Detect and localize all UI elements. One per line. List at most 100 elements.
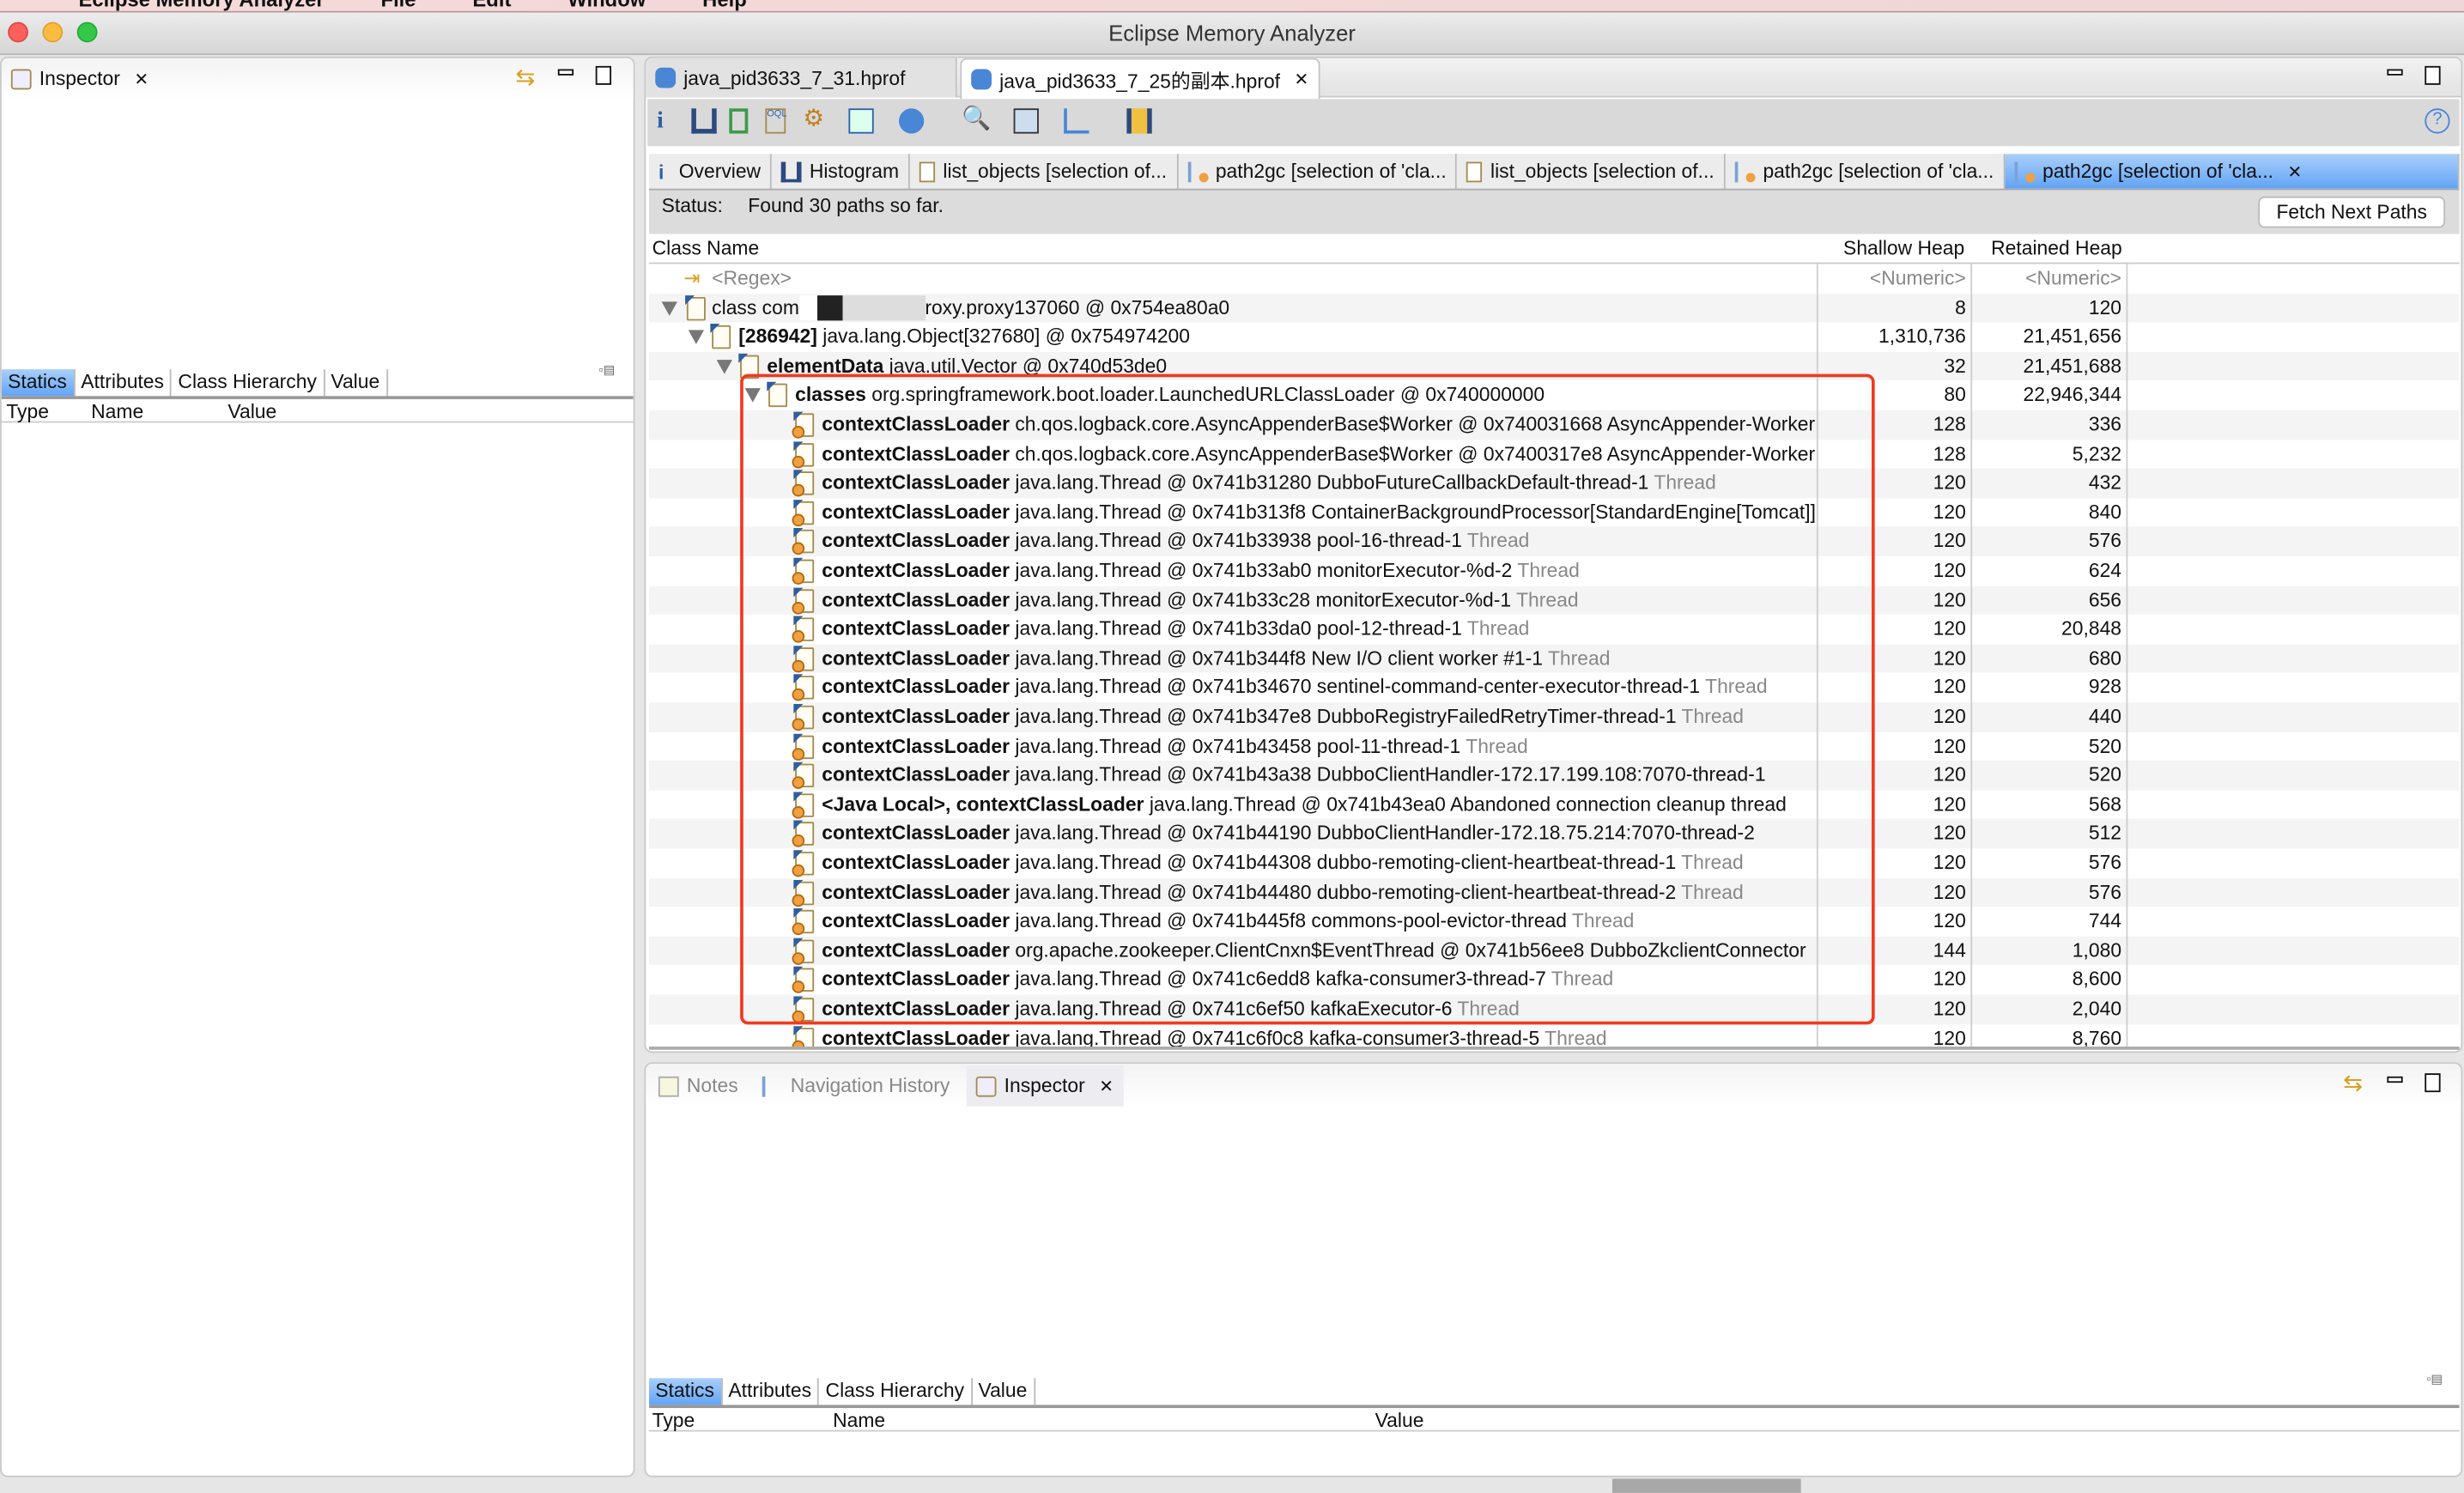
menu-window[interactable]: Window (567, 0, 646, 11)
row-object: java.lang.Thread @ 0x741b43a38 DubboClie… (1010, 763, 1766, 786)
minimize-view-button[interactable] (557, 69, 574, 76)
query-browser-icon[interactable] (848, 108, 874, 134)
object-icon (792, 557, 815, 585)
tree-row[interactable]: contextClassLoader java.lang.Thread @ 0x… (648, 585, 2460, 616)
export-icon[interactable] (1064, 108, 1089, 134)
tree-row[interactable]: contextClassLoader java.lang.Thread @ 0x… (649, 615, 2460, 644)
view-menu-icon[interactable]: ▫▤ (2426, 1372, 2443, 1386)
column-name[interactable]: Name (91, 401, 143, 423)
inspector-tab[interactable]: Inspector ✕ (2, 58, 158, 100)
link-with-editor-icon[interactable]: ⇆ (515, 63, 535, 91)
subtab-class-hierarchy[interactable]: Class Hierarchy (819, 1378, 973, 1405)
close-icon[interactable]: ✕ (2288, 161, 2303, 181)
dominator-tree-icon[interactable] (729, 108, 749, 134)
tree-row[interactable]: contextClassLoader java.lang.Thread @ 0x… (648, 468, 2460, 498)
retained-heap-value: 2,040 (2072, 998, 2122, 1020)
subtab-value[interactable]: Value (972, 1378, 1035, 1405)
result-tab-2[interactable]: list_objects [selection of... (909, 154, 1178, 189)
tree-row[interactable]: contextClassLoader java.lang.Thread @ 0x… (649, 907, 2460, 936)
tree-row[interactable]: [286942] java.lang.Object[327680] @ 0x75… (649, 323, 2460, 352)
tree-row[interactable]: contextClassLoader java.lang.Thread @ 0x… (649, 556, 2460, 586)
menu-app[interactable]: Eclipse Memory Analyzer (79, 0, 325, 11)
maximize-editor-button[interactable] (2425, 65, 2441, 85)
tree-row[interactable]: contextClassLoader java.lang.Thread @ 0x… (649, 673, 2460, 702)
menu-edit[interactable]: Edit (472, 0, 511, 11)
column-type[interactable]: Type (652, 1410, 695, 1432)
subtab-statics[interactable]: Statics (1, 369, 75, 397)
column-class-name[interactable]: Class Name (652, 237, 760, 259)
maximize-view-button[interactable] (2425, 1073, 2441, 1093)
notes-tab[interactable]: Notes (649, 1065, 748, 1107)
tree-row[interactable]: contextClassLoader java.lang.Thread @ 0x… (648, 702, 2460, 732)
shallow-filter-input[interactable]: <Numeric> (1817, 264, 1966, 294)
tree-row[interactable]: classes org.springframework.boot.loader.… (649, 381, 2460, 410)
tree-row[interactable]: contextClassLoader java.lang.Thread @ 0x… (648, 761, 2460, 791)
subtab-class-hierarchy[interactable]: Class Hierarchy (172, 369, 325, 397)
column-name[interactable]: Name (833, 1410, 885, 1432)
subtab-attributes[interactable]: Attributes (75, 369, 173, 397)
tree-row[interactable]: contextClassLoader ch.qos.logback.core.A… (648, 410, 2460, 440)
retained-filter-input[interactable]: <Numeric> (1970, 264, 2121, 294)
inspector-tab-bottom[interactable]: Inspector ✕ (966, 1065, 1124, 1107)
histogram-icon[interactable] (691, 108, 717, 134)
tree-row[interactable]: contextClassLoader java.lang.Thread @ 0x… (648, 994, 2460, 1024)
close-icon[interactable]: ✕ (134, 69, 149, 88)
tree-row[interactable]: contextClassLoader java.lang.Thread @ 0x… (648, 819, 2460, 849)
subtab-attributes[interactable]: Attributes (722, 1378, 820, 1405)
tree-row[interactable]: class com roxy.proxy137060 @ 0x754ea80a0 8… (648, 293, 2460, 323)
tree-row[interactable]: contextClassLoader java.lang.Thread @ 0x… (649, 731, 2460, 761)
minimize-view-button[interactable] (2387, 1076, 2403, 1083)
tree-row[interactable]: contextClassLoader java.lang.Thread @ 0x… (648, 526, 2460, 556)
fetch-next-paths-button[interactable]: Fetch Next Paths (2258, 196, 2446, 228)
tree-row[interactable]: contextClassLoader java.lang.Thread @ 0x… (649, 966, 2460, 995)
column-value[interactable]: Value (228, 401, 276, 423)
tree-row[interactable]: <Java Local>, contextClassLoader java.la… (649, 790, 2460, 819)
result-tab-0[interactable]: i Overview (648, 154, 772, 189)
tree-row[interactable]: elementData java.util.Vector @ 0x740d53d… (648, 351, 2460, 381)
tree-row[interactable]: contextClassLoader java.lang.Thread @ 0x… (649, 498, 2460, 527)
result-tab-4[interactable]: list_objects [selection of... (1457, 154, 1726, 189)
view-menu-icon[interactable]: ▫▤ (598, 363, 615, 377)
expand-toggle-icon[interactable] (661, 300, 677, 316)
heap-dump-overview-icon[interactable]: ⚙ (803, 104, 828, 132)
leak-suspects-icon[interactable] (1126, 108, 1152, 134)
link-with-editor-icon[interactable]: ⇆ (2343, 1069, 2363, 1097)
search-icon[interactable]: 🔍 (962, 104, 991, 132)
result-tab-3[interactable]: path2gc [selection of 'cla... (1177, 154, 1458, 189)
editor-tab-0[interactable]: java_pid3633_7_31.hprof (646, 58, 957, 98)
info-icon[interactable]: i (657, 108, 682, 133)
row-type-label: Thread (1466, 617, 1530, 640)
minimize-editor-button[interactable] (2387, 69, 2403, 76)
tree-row[interactable]: contextClassLoader org.apache.zookeeper.… (648, 936, 2460, 966)
expand-toggle-icon[interactable] (716, 359, 732, 374)
tree-row[interactable]: contextClassLoader java.lang.Thread @ 0x… (648, 877, 2460, 907)
maximize-view-button[interactable] (595, 65, 612, 85)
column-type[interactable]: Type (6, 401, 49, 423)
tree-row[interactable]: contextClassLoader java.lang.Thread @ 0x… (649, 1024, 2460, 1047)
close-icon[interactable]: ✕ (1295, 70, 1309, 89)
help-icon[interactable]: ? (2425, 108, 2450, 134)
menu-file[interactable]: File (381, 0, 416, 11)
editor-tab-1[interactable]: java_pid3633_7_25的副本.hprof ✕ (960, 58, 1320, 100)
result-tab-6[interactable]: path2gc [selection of 'cla... ✕ (2005, 154, 2460, 189)
result-tab-5[interactable]: path2gc [selection of 'cla... (1725, 154, 2006, 189)
tree-row[interactable]: contextClassLoader java.lang.Thread @ 0x… (649, 848, 2460, 877)
navigation-history-tab[interactable]: Navigation History (753, 1065, 960, 1107)
object-query-icon[interactable] (898, 108, 925, 134)
expand-toggle-icon[interactable] (744, 388, 761, 404)
close-icon[interactable]: ✕ (1099, 1076, 1114, 1096)
tree-row[interactable]: contextClassLoader java.lang.Thread @ 0x… (648, 644, 2460, 674)
menu-help[interactable]: Help (702, 0, 747, 11)
column-shallow-heap[interactable]: Shallow Heap (1843, 237, 1964, 259)
expand-toggle-icon[interactable] (688, 330, 705, 345)
column-retained-heap[interactable]: Retained Heap (1991, 237, 2122, 259)
column-value[interactable]: Value (1375, 1410, 1424, 1432)
tree-row[interactable]: contextClassLoader ch.qos.logback.core.A… (649, 440, 2460, 469)
calculator-icon[interactable] (1013, 108, 1039, 134)
shallow-heap-value: 120 (1933, 588, 1966, 611)
subtab-statics[interactable]: Statics (648, 1378, 723, 1405)
result-tab-1[interactable]: Histogram (771, 154, 910, 189)
name-filter-input[interactable]: <Regex> (712, 264, 792, 294)
oql-icon[interactable]: OQL (765, 108, 786, 134)
subtab-value[interactable]: Value (325, 369, 388, 397)
